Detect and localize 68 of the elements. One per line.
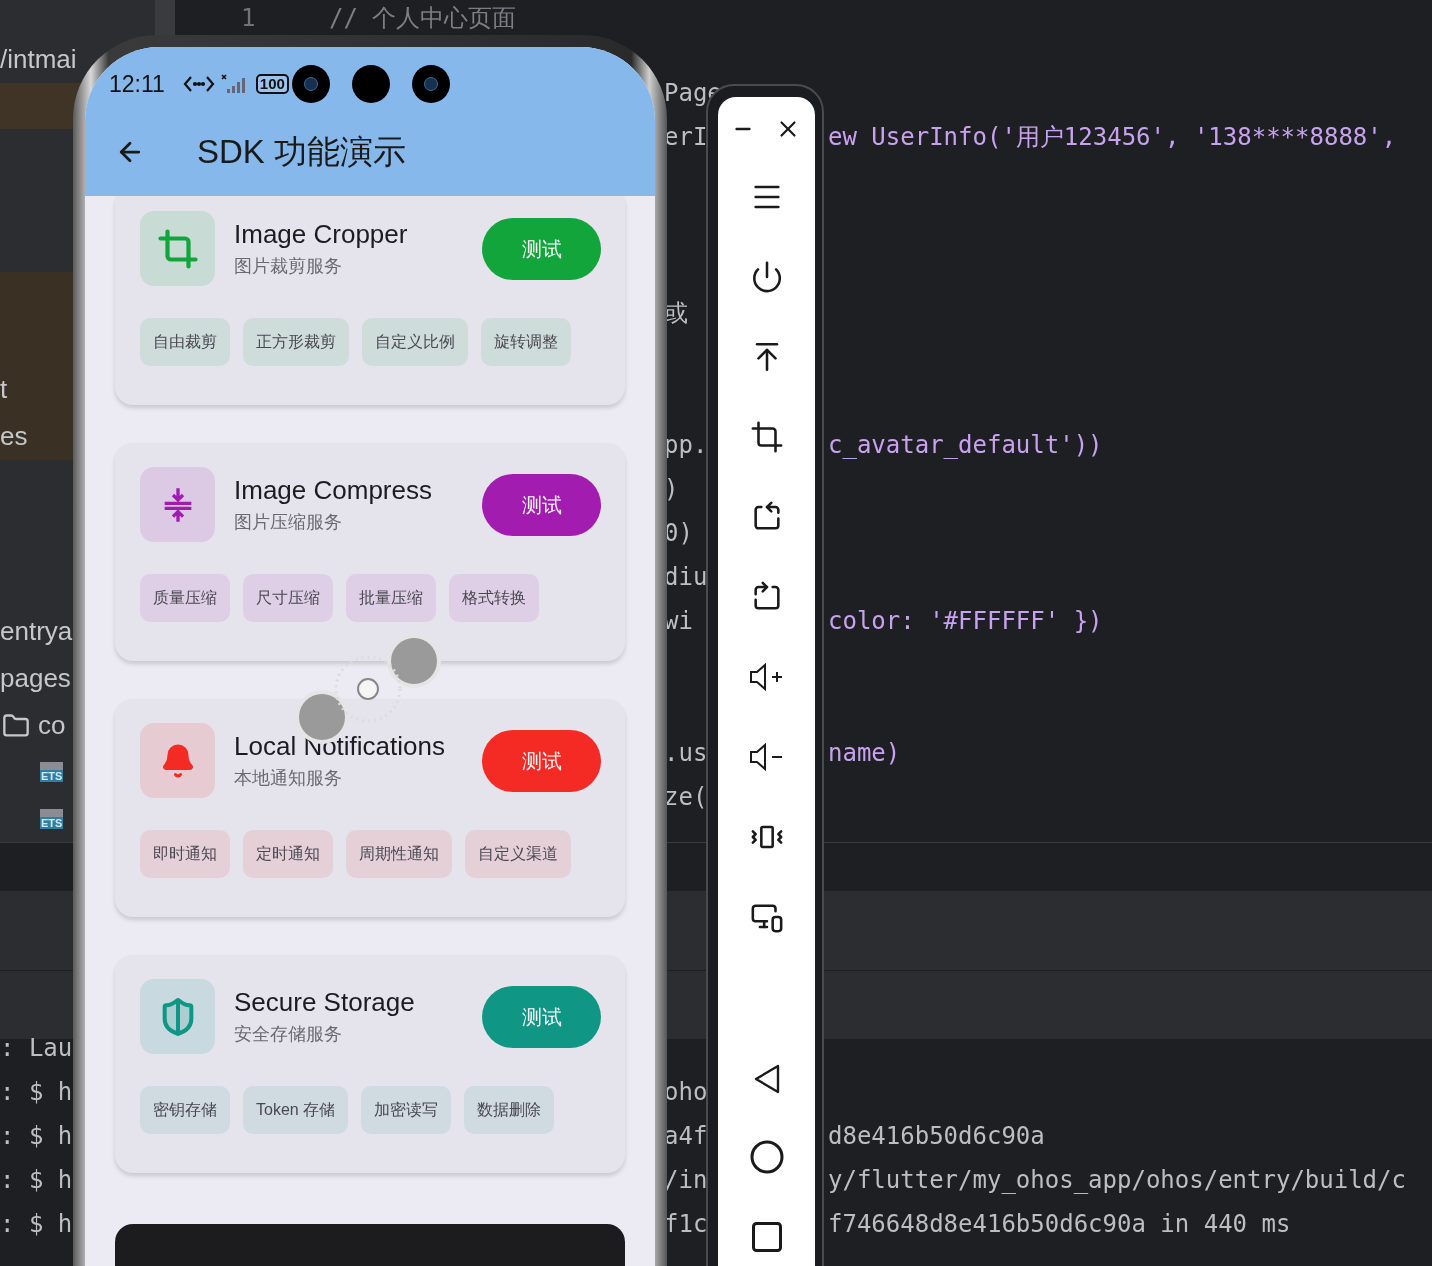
code-line: name) — [828, 738, 901, 769]
code-fragment: ze( — [664, 783, 708, 811]
tree-item[interactable]: es — [0, 413, 28, 461]
app-bar-title: SDK 功能演示 — [197, 132, 407, 173]
terminal-prompt: : Lau — [0, 1034, 73, 1062]
feature-chip[interactable]: 加密读写 — [361, 1086, 452, 1134]
folder-icon — [2, 711, 30, 740]
card-subtitle: 图片压缩服务 — [234, 511, 343, 534]
card-subtitle: 本地通知服务 — [234, 767, 343, 790]
feature-chip[interactable]: 密钥存储 — [140, 1086, 230, 1134]
terminal-fragment: /in — [664, 1166, 708, 1194]
terminal-fragment: oho — [664, 1078, 708, 1106]
feature-chip[interactable]: 自定义渠道 — [465, 830, 571, 878]
line-number: 1 — [241, 3, 257, 34]
terminal-prompt: : $ h — [0, 1122, 73, 1150]
feature-chip[interactable]: 自定义比例 — [362, 318, 468, 366]
home-icon[interactable] — [748, 1139, 785, 1175]
feature-chip[interactable]: 定时通知 — [243, 830, 333, 878]
test-button[interactable]: 测试 — [482, 986, 601, 1048]
card-subtitle: 安全存储服务 — [234, 1023, 343, 1046]
camera-cutout — [412, 65, 450, 103]
code-fragment: .us — [664, 739, 708, 767]
card-title: Secure Storage — [234, 986, 416, 1019]
feature-chip[interactable]: 旋转调整 — [481, 318, 571, 366]
terminal-line: y/flutter/my_ohos_app/ohos/entry/build/c — [828, 1165, 1406, 1196]
feature-chip[interactable]: 周期性通知 — [346, 830, 452, 878]
crop-icon — [156, 227, 199, 270]
terminal-fragment: f1c — [664, 1210, 708, 1238]
terminal-prompt: : $ h — [0, 1210, 73, 1238]
code-comment: // 个人中心页面 — [329, 3, 517, 34]
test-button[interactable]: 测试 — [482, 730, 601, 792]
feature-chip[interactable]: 尺寸压缩 — [243, 574, 333, 622]
scrollbar — [155, 0, 175, 35]
card-title: Image Compress — [234, 474, 433, 507]
code-fragment: ) — [664, 475, 679, 503]
code-line: color: '#FFFFFF' }) — [828, 606, 1103, 637]
tree-item[interactable]: t — [0, 366, 8, 414]
code-icon — [182, 74, 215, 94]
terminal-prompt: : $ h — [0, 1166, 73, 1194]
card-subtitle: 图片裁剪服务 — [234, 255, 343, 278]
ets-file-icon: ETS — [40, 808, 64, 829]
feature-chip[interactable]: 质量压缩 — [140, 574, 230, 622]
feature-chip[interactable]: 批量压缩 — [346, 574, 436, 622]
card-title: Local Notifications — [234, 730, 446, 763]
project-path: /intmai — [0, 42, 77, 76]
battery-indicator: 100 — [255, 74, 289, 94]
status-time: 12:11 — [109, 70, 165, 100]
tree-item[interactable]: entrya — [0, 608, 73, 656]
feature-chip[interactable]: 自由裁剪 — [140, 318, 230, 366]
camera-cutout — [352, 65, 390, 103]
feature-chip[interactable]: Token 存储 — [243, 1086, 349, 1134]
feature-chip[interactable]: 格式转换 — [449, 574, 539, 622]
terminal-line: f746648d8e416b50d6c90a in 440 ms — [828, 1209, 1291, 1240]
ets-file-icon: ETS — [40, 762, 64, 783]
tree-item[interactable]: pages — [0, 655, 71, 703]
card-title: Image Cropper — [234, 218, 409, 251]
feature-chip[interactable]: 正方形裁剪 — [243, 318, 349, 366]
terminal-fragment: a4f — [664, 1122, 708, 1150]
test-button[interactable]: 测试 — [482, 474, 601, 536]
terminal-prompt: : $ h — [0, 1078, 73, 1106]
feature-chip[interactable]: 即时通知 — [140, 830, 230, 878]
code-line: ew UserInfo('用户123456', '138****8888', — [828, 122, 1397, 153]
code-fragment: erI — [664, 123, 708, 151]
tree-item[interactable]: co — [38, 702, 66, 750]
code-line: c_avatar_default')) — [828, 430, 1103, 461]
feature-chip[interactable]: 数据删除 — [464, 1086, 555, 1134]
terminal-line: d8e416b50d6c90a — [828, 1121, 1045, 1152]
camera-cutout — [292, 65, 330, 103]
